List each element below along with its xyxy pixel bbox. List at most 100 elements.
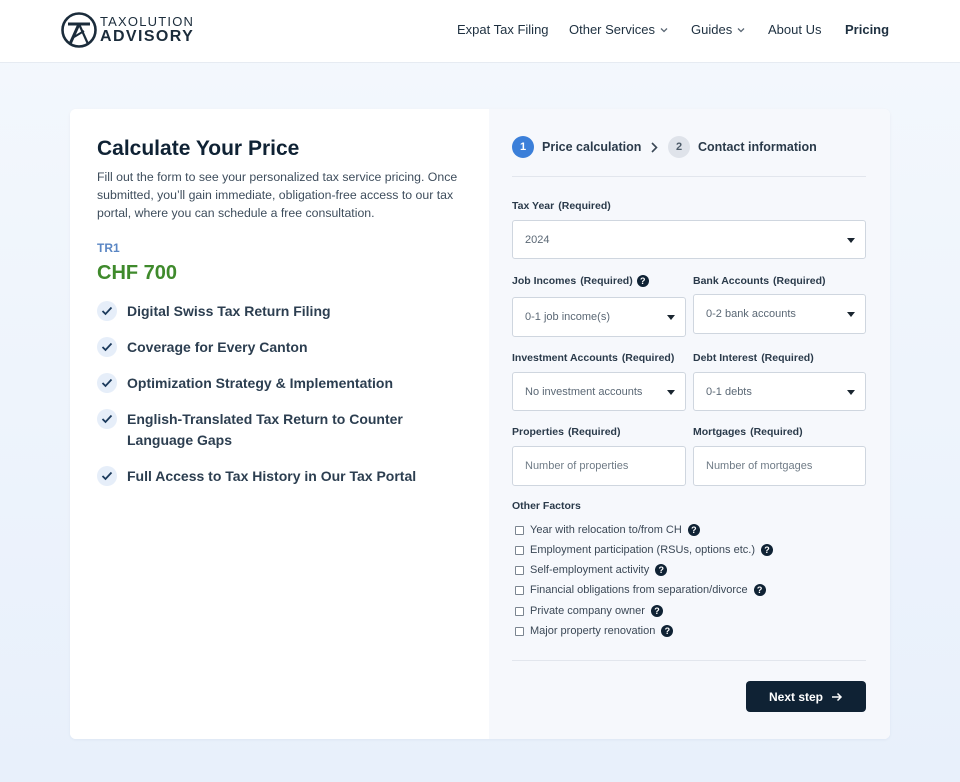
step-label: Price calculation [542, 140, 642, 154]
bank-accounts-select[interactable]: 0-2 bank accounts [693, 294, 866, 334]
next-step-button[interactable]: Next step [746, 681, 866, 712]
help-icon[interactable]: ? [655, 564, 668, 576]
caret-down-icon [847, 312, 855, 317]
help-icon[interactable]: ? [760, 544, 773, 556]
step-number: 2 [668, 136, 690, 158]
factor-separation-divorce-checkbox[interactable]: Financial obligations from separation/di… [515, 584, 766, 596]
required-marker: (Required) [558, 200, 611, 212]
nav-label: Guides [691, 22, 733, 37]
feature-item: Digital Swiss Tax Return Filing [97, 301, 331, 322]
select-value: 0-2 bank accounts [706, 308, 796, 320]
mortgages-input[interactable]: Number of mortgages [693, 446, 866, 486]
help-icon[interactable]: ? [636, 275, 649, 287]
factor-property-renovation-checkbox[interactable]: Major property renovation ? [515, 625, 674, 637]
chevron-right-icon [651, 142, 658, 153]
checkbox-label: Self-employment activity [530, 564, 650, 576]
feature-text: Digital Swiss Tax Return Filing [127, 303, 331, 319]
step-contact-information[interactable]: 2 Contact information [668, 136, 817, 158]
feature-item: Optimization Strategy & Implementation [97, 373, 393, 394]
checkbox[interactable] [515, 606, 524, 616]
job-incomes-select[interactable]: 0-1 job income(s) [512, 297, 686, 337]
logo-icon [61, 12, 97, 48]
intro-text: Fill out the form to see your personaliz… [97, 170, 458, 220]
chevron-down-icon [660, 27, 668, 32]
required-marker: (Required) [773, 275, 826, 287]
factor-self-employment-checkbox[interactable]: Self-employment activity ? [515, 564, 668, 576]
site-header: TAXOLUTION ADVISORY Expat Tax Filing Oth… [0, 0, 960, 63]
checkbox[interactable] [515, 565, 524, 575]
job-incomes-label: Job Incomes (Required) ? [512, 275, 649, 287]
nav-about-us[interactable]: About Us [768, 22, 821, 37]
label-text: Debt Interest [693, 352, 758, 364]
check-icon [97, 373, 117, 393]
nav-pricing[interactable]: Pricing [845, 22, 889, 37]
tax-year-select[interactable]: 2024 [512, 220, 866, 259]
price-calculator-card: Calculate Your Price Fill out the form t… [70, 109, 890, 739]
required-marker: (Required) [567, 426, 621, 438]
divider [512, 176, 866, 177]
brand-logo[interactable]: TAXOLUTION ADVISORY [60, 11, 193, 49]
caret-down-icon [667, 315, 675, 320]
select-value: 0-1 job income(s) [525, 311, 610, 323]
feature-text: Full Access to Tax History in Our Tax Po… [127, 468, 417, 484]
price-value: CHF 700 [97, 262, 178, 284]
checkbox-label: Financial obligations from separation/di… [530, 584, 748, 596]
button-label: Next step [768, 689, 824, 704]
debt-interest-label: Debt Interest (Required) [693, 352, 814, 364]
label-text: Job Incomes [512, 275, 577, 287]
factor-private-company-checkbox[interactable]: Private company owner ? [515, 605, 663, 617]
nav-label: Other Services [569, 22, 655, 37]
investment-accounts-select[interactable]: No investment accounts [512, 372, 686, 411]
input-placeholder: Number of properties [525, 460, 629, 472]
step-number: 1 [512, 136, 534, 158]
label-text: Investment Accounts [512, 352, 618, 364]
brand-name-bottom: ADVISORY [100, 28, 195, 45]
divider [512, 660, 866, 661]
checkbox[interactable] [515, 545, 524, 555]
feature-item: English-Translated Tax Return to Counter… [97, 409, 417, 451]
step-price-calculation[interactable]: 1 Price calculation [512, 136, 641, 158]
select-value: 2024 [525, 233, 550, 246]
required-marker: (Required) [750, 426, 803, 438]
page-title: Calculate Your Price [97, 137, 300, 160]
checkbox-label: Private company owner [530, 605, 645, 617]
nav-label: Pricing [845, 22, 890, 37]
factor-relocation-checkbox[interactable]: Year with relocation to/from CH ? [515, 524, 700, 536]
check-icon [97, 301, 117, 321]
caret-down-icon [847, 389, 855, 395]
nav-other-services[interactable]: Other Services [569, 22, 668, 37]
label-text: Properties [512, 426, 564, 438]
factor-employment-participation-checkbox[interactable]: Employment participation (RSUs, options … [515, 544, 773, 556]
caret-down-icon [667, 389, 675, 395]
check-icon [97, 337, 117, 357]
required-marker: (Required) [621, 352, 675, 364]
checkbox[interactable] [515, 585, 524, 595]
feature-item: Full Access to Tax History in Our Tax Po… [97, 466, 416, 487]
debt-interest-select[interactable]: 0-1 debts [693, 372, 866, 411]
nav-label: Expat Tax Filing [457, 22, 549, 37]
label-text: Mortgages [693, 426, 747, 438]
checkbox[interactable] [515, 525, 524, 535]
required-marker: (Required) [761, 352, 814, 364]
checkbox[interactable] [515, 626, 524, 636]
bank-accounts-label: Bank Accounts (Required) [693, 275, 826, 287]
label-text: Tax Year [512, 200, 555, 212]
properties-input[interactable]: Number of properties [512, 446, 686, 486]
help-icon[interactable]: ? [687, 524, 700, 536]
help-icon[interactable]: ? [650, 605, 663, 617]
feature-text: Coverage for Every Canton [127, 339, 308, 355]
required-marker: (Required) [580, 275, 633, 287]
step-label: Contact information [698, 140, 817, 154]
help-icon[interactable]: ? [753, 584, 766, 596]
caret-down-icon [847, 237, 855, 243]
nav-guides[interactable]: Guides [691, 22, 745, 37]
mortgages-label: Mortgages (Required) [693, 426, 803, 438]
checkbox-label: Major property renovation [530, 625, 656, 637]
select-value: 0-1 debts [706, 385, 752, 398]
feature-item: Coverage for Every Canton [97, 337, 308, 358]
feature-text: English-Translated Tax Return to Counter… [127, 411, 403, 448]
nav-expat-tax-filing[interactable]: Expat Tax Filing [457, 22, 549, 37]
help-icon[interactable]: ? [661, 625, 674, 637]
nav-label: About Us [768, 22, 822, 37]
check-icon [97, 409, 117, 429]
